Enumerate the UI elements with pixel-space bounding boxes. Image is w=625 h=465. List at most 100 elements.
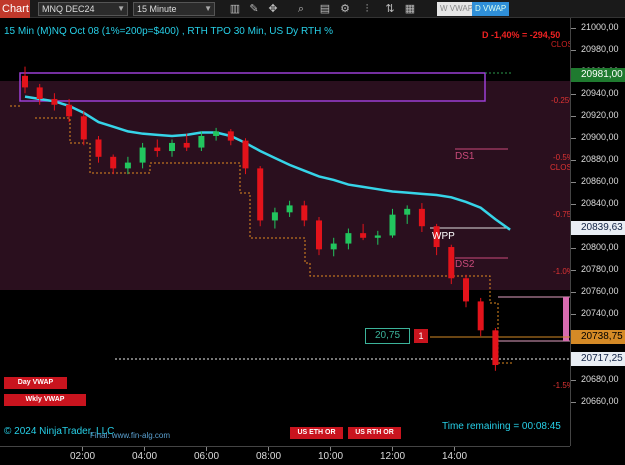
candle-body (418, 208, 425, 227)
candle-body (404, 208, 411, 215)
price-tick-label: 20880,00 (581, 154, 619, 164)
candle-body (492, 330, 499, 366)
price-tick-mark (571, 182, 576, 183)
candle-body (286, 205, 293, 213)
candle-body (213, 131, 220, 136)
price-tick-mark (571, 292, 576, 293)
toolbar: Chart MNQ DEC24 ▼ 15 Minute ▼ ▥ ✎ ✥ ⌕ ▤ … (0, 0, 625, 18)
price-axis[interactable]: 21000,0020980,0020960,0020940,0020920,00… (570, 18, 625, 446)
price-tick-label: 20920,00 (581, 110, 619, 120)
price-chart[interactable] (0, 18, 570, 446)
bar-type-icon[interactable]: ▥ (228, 2, 242, 16)
price-tick-mark (571, 402, 576, 403)
candle-body (22, 75, 28, 88)
time-axis[interactable]: 02:00 04:00 06:00 08:00 10:00 12:00 14:00 (0, 446, 570, 465)
indicators-icon[interactable]: ⫶ (360, 2, 374, 16)
price-box-top: 20981,00 (571, 68, 625, 82)
price-tick-label: 20860,00 (581, 176, 619, 186)
price-tick-label: 20680,00 (581, 374, 619, 384)
chart-tab[interactable]: Chart (0, 0, 30, 18)
time-tick-label: 08:00 (256, 451, 282, 462)
weekly-vwap-toggle-button[interactable]: Wkly VWAP (4, 394, 86, 406)
time-tick-label: 06:00 (194, 451, 220, 462)
pencil-icon[interactable]: ✎ (247, 2, 261, 16)
candle-body (183, 142, 190, 148)
pink-marker (563, 297, 569, 341)
time-tick-label: 14:00 (442, 451, 468, 462)
candle-body (477, 301, 484, 331)
price-box-last: 20717,25 (571, 352, 625, 366)
ds1-label: DS1 (455, 151, 475, 162)
candle-body (360, 233, 367, 238)
day-vwap-button[interactable]: Day VWAP (4, 377, 67, 389)
candle-body (227, 131, 234, 141)
properties-icon[interactable]: ▤ (318, 2, 332, 16)
price-tick-label: 20800,00 (581, 242, 619, 252)
ds2-label: DS2 (455, 259, 475, 270)
price-tick-mark (571, 314, 576, 315)
candle-body (66, 104, 73, 117)
daily-vwap-button[interactable]: D VWAP (472, 2, 510, 16)
weekly-vwap-button[interactable]: W VWAP (437, 2, 477, 16)
candle-body (301, 205, 308, 221)
candle-body (448, 247, 455, 279)
position-badge[interactable]: 1 (414, 329, 428, 343)
candle-body (330, 243, 337, 250)
price-tick-mark (571, 28, 576, 29)
candle-body (316, 220, 322, 250)
price-tick-mark (571, 380, 576, 381)
timeframe-value: 15 Minute (137, 4, 177, 14)
candle-body (95, 139, 102, 157)
price-tick-label: 20900,00 (581, 132, 619, 142)
candle-body (110, 156, 117, 169)
strategy-icon[interactable]: ⚙ (338, 2, 352, 16)
rth-zone (0, 81, 570, 290)
candle-body (51, 98, 58, 105)
candle-body (169, 142, 175, 152)
candle-body (389, 214, 396, 236)
symbol-value: MNQ DEC24 (42, 4, 95, 14)
price-tick-mark (571, 94, 576, 95)
crosshair-icon[interactable]: ✥ (266, 2, 280, 16)
candle-body (345, 233, 352, 244)
quantity-field[interactable]: 20,75 (365, 328, 410, 344)
us-rth-or-button[interactable]: US RTH OR (348, 427, 401, 439)
price-tick-mark (571, 116, 576, 117)
price-tick-label: 20660,00 (581, 396, 619, 406)
price-tick-mark (571, 50, 576, 51)
price-box-vwap: 20839,63 (571, 221, 625, 235)
timeframe-select[interactable]: 15 Minute ▼ (133, 2, 215, 16)
time-tick-label: 12:00 (380, 451, 406, 462)
symbol-select[interactable]: MNQ DEC24 ▼ (38, 2, 128, 16)
zoom-icon[interactable]: ⌕ (294, 2, 308, 16)
candle-body (257, 168, 264, 221)
wpp-label: WPP (432, 231, 455, 242)
candle-body (271, 212, 278, 221)
price-tick-mark (571, 160, 576, 161)
candle-body (242, 140, 249, 169)
chevron-down-icon: ▼ (117, 4, 125, 13)
templates-icon[interactable]: ▦ (403, 2, 417, 16)
price-tick-label: 20840,00 (581, 198, 619, 208)
candle-body (124, 162, 131, 169)
price-tick-label: 20980,00 (581, 44, 619, 54)
price-tick-mark (571, 138, 576, 139)
time-remaining: Time remaining = 00:08:45 (442, 421, 561, 432)
us-eth-or-button[interactable]: US ETH OR (290, 427, 343, 439)
price-box-avg: 20738,75 (571, 330, 625, 344)
price-tick-label: 20760,00 (581, 286, 619, 296)
price-tick-mark (571, 248, 576, 249)
pnl-text: D -1,40% = -294,50 (482, 30, 561, 40)
price-tick-mark (571, 204, 576, 205)
candle-body (80, 116, 87, 140)
price-tick-label: 21000,00 (581, 22, 619, 32)
candle-body (198, 135, 205, 148)
candle-body (36, 87, 43, 99)
price-tick-label: 20780,00 (581, 264, 619, 274)
chart-title: 15 Min (M)NQ Oct 08 (1%=200p=$400) , RTH… (4, 26, 334, 37)
candle-body (154, 147, 161, 152)
candle-body (463, 278, 469, 302)
time-tick-label: 10:00 (318, 451, 344, 462)
price-tick-mark (571, 270, 576, 271)
chart-trader-icon[interactable]: ⇅ (383, 2, 397, 16)
